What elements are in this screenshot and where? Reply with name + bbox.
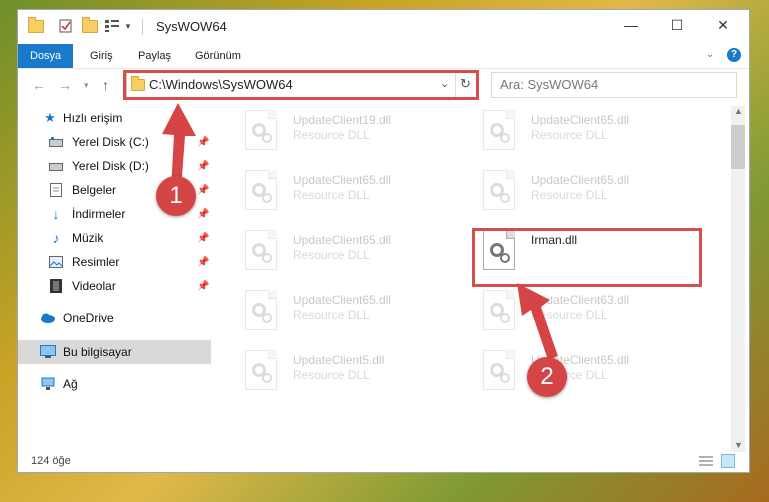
step-1-badge: 1 (156, 176, 196, 216)
step-2-badge: 2 (527, 357, 567, 397)
annotation-arrows (162, 103, 558, 360)
